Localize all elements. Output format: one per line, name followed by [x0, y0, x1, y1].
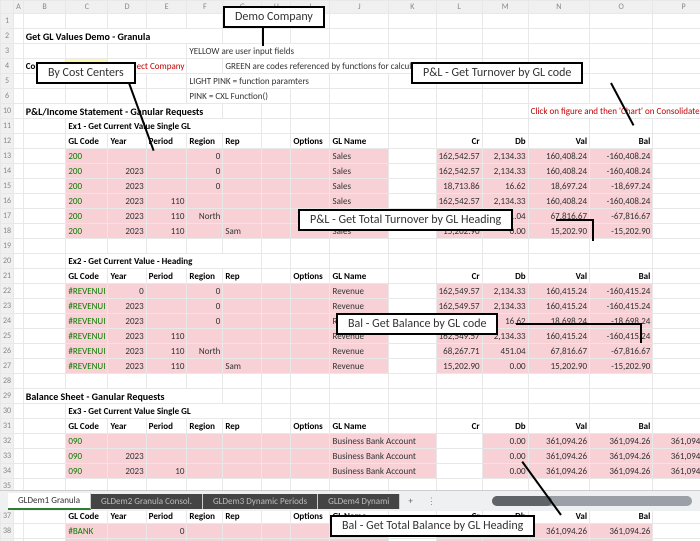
callout-line [262, 28, 264, 46]
tab-gldem1[interactable]: GLDem1 Granula [8, 493, 91, 510]
callout-line [516, 323, 640, 325]
callout-line [556, 219, 592, 221]
callout-bal-code: Bal - Get Balance by GL code [336, 313, 498, 335]
callout-by-cost-centers: By Cost Centers [36, 62, 136, 84]
callout-line [592, 219, 594, 241]
horizontal-scrollbar[interactable] [492, 496, 692, 506]
spreadsheet-window: ABCDEFGHIJKLMNOP12Get GL Values Demo - G… [0, 0, 700, 541]
callout-bal-heading: Bal - Get Total Balance by GL Heading [330, 515, 535, 537]
callout-line [640, 323, 642, 343]
tab-gldem3[interactable]: GLDem3 Dynamic Periods [203, 494, 318, 509]
sheet-tabs: GLDem1 Granula GLDem2 Granula Consol. GL… [0, 490, 700, 511]
callout-pnl-total: P&L - Get Total Turnover by GL Heading [298, 209, 513, 231]
add-sheet-button[interactable]: + [400, 496, 420, 507]
tab-gldem2[interactable]: GLDem2 Granula Consol. [91, 494, 203, 509]
callout-pnl-turnover: P&L - Get Turnover by GL code [411, 62, 583, 84]
callout-demo-company: Demo Company [223, 6, 325, 28]
tab-gldem4[interactable]: GLDem4 Dynami [318, 494, 400, 509]
